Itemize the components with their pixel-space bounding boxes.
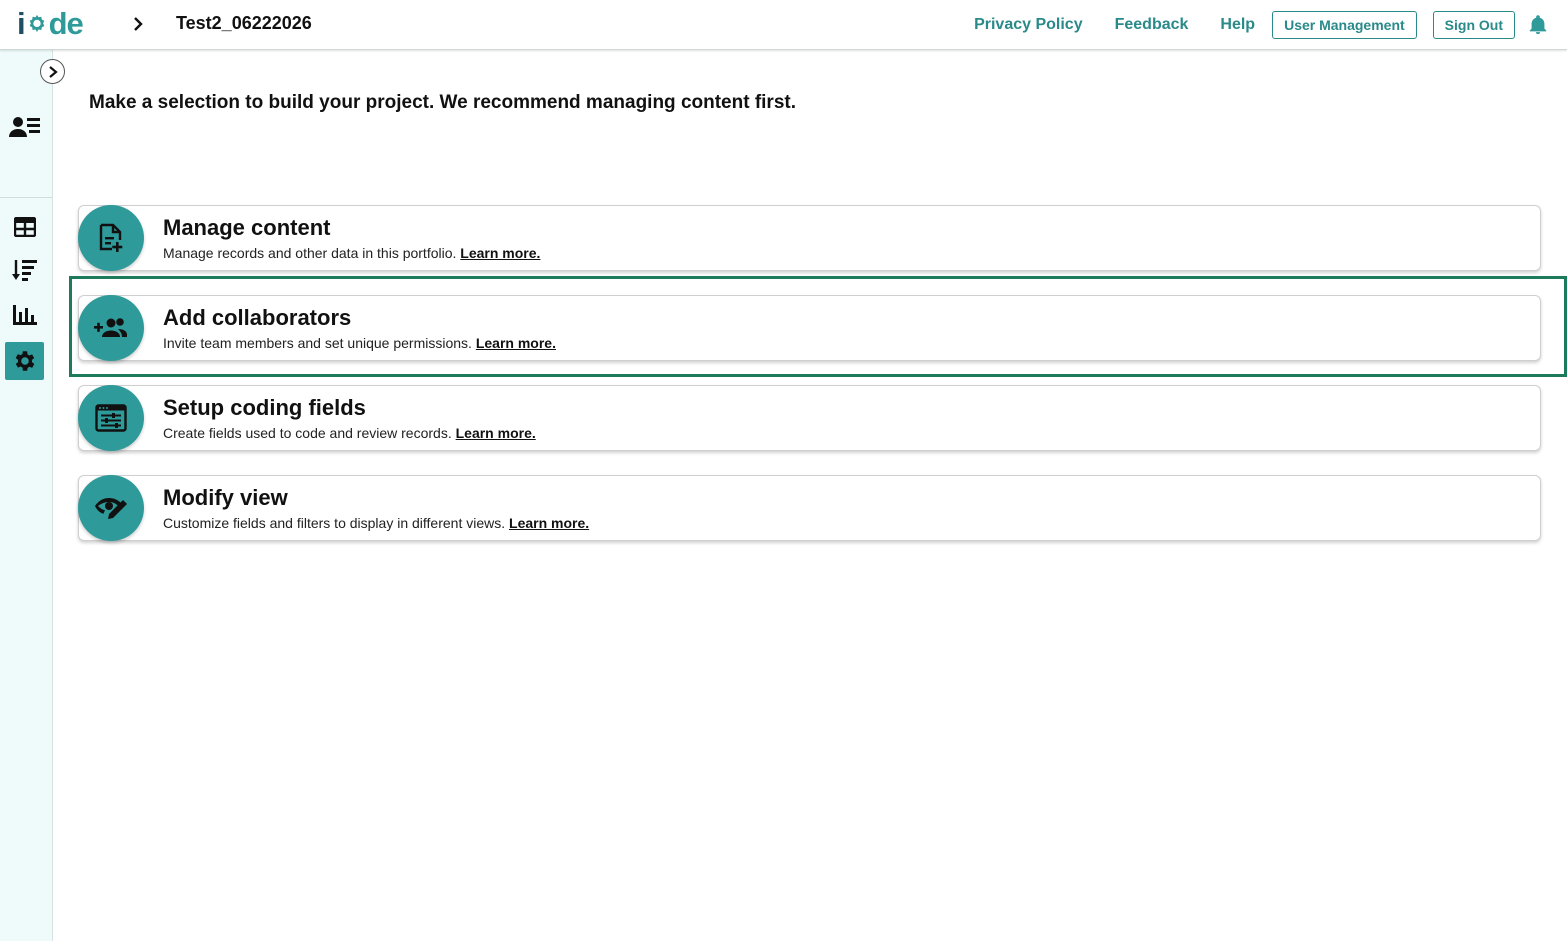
manage-content-icon-circle [78,205,144,271]
card-title: Manage content [163,215,331,240]
breadcrumb-chevron-icon [134,17,143,31]
card-description: Manage records and other data in this po… [163,245,541,261]
add-collaborators-icon-circle [78,295,144,361]
privacy-policy-link[interactable]: Privacy Policy [974,16,1083,34]
top-bar: iCde Test2_06222026 Privacy Policy Feedb… [0,0,1567,50]
icode-logo[interactable]: iCde [17,6,84,42]
table-icon [13,217,36,237]
user-management-button[interactable]: User Management [1272,11,1417,39]
sidebar-divider [0,197,53,198]
bar-chart-icon [12,305,37,325]
card-title: Setup coding fields [163,395,366,420]
feedback-link[interactable]: Feedback [1115,16,1189,34]
sidebar-item-settings[interactable] [5,342,44,380]
sort-icon [11,260,37,281]
sidebar-expand-button[interactable] [40,59,65,84]
card-description: Invite team members and set unique permi… [163,335,556,351]
sidebar-item-sort[interactable] [5,251,44,289]
gear-icon [15,351,34,371]
file-add-icon [99,223,123,252]
learn-more-link[interactable]: Learn more. [460,245,540,261]
card-description: Customize fields and filters to display … [163,515,590,531]
add-group-icon [94,318,127,337]
project-title: Test2_06222026 [176,13,312,33]
sidebar-item-table[interactable] [5,208,44,246]
eye-edit-icon [95,498,127,519]
modify-view-card[interactable]: Modify view Customize fields and filters… [78,475,1541,541]
top-nav: Privacy Policy Feedback Help User Manage… [974,10,1549,40]
logo-cog-icon [29,14,44,32]
card-description: Create fields used to code and review re… [163,425,536,441]
card-title: Add collaborators [163,305,352,330]
learn-more-link[interactable]: Learn more. [476,335,556,351]
chevron-right-icon [48,65,58,78]
intro-text: Make a selection to build your project. … [89,92,796,113]
sidebar-item-chart[interactable] [5,296,44,334]
sidebar [0,50,53,941]
setup-coding-fields-card[interactable]: Setup coding fields Create fields used t… [78,385,1541,451]
manage-content-card[interactable]: Manage content Manage records and other … [78,205,1541,271]
sidebar-item-users[interactable] [5,108,44,146]
learn-more-link[interactable]: Learn more. [509,515,589,531]
sign-out-button[interactable]: Sign Out [1432,11,1515,39]
setup-coding-fields-icon-circle [78,385,144,451]
help-link[interactable]: Help [1220,16,1255,34]
add-collaborators-card[interactable]: Add collaborators Invite team members an… [78,295,1541,361]
card-title: Modify view [163,485,288,510]
bell-icon[interactable] [1527,13,1549,37]
user-list-icon [8,117,40,137]
learn-more-link[interactable]: Learn more. [456,425,536,441]
modify-view-icon-circle [78,475,144,541]
form-fields-icon [95,404,127,432]
